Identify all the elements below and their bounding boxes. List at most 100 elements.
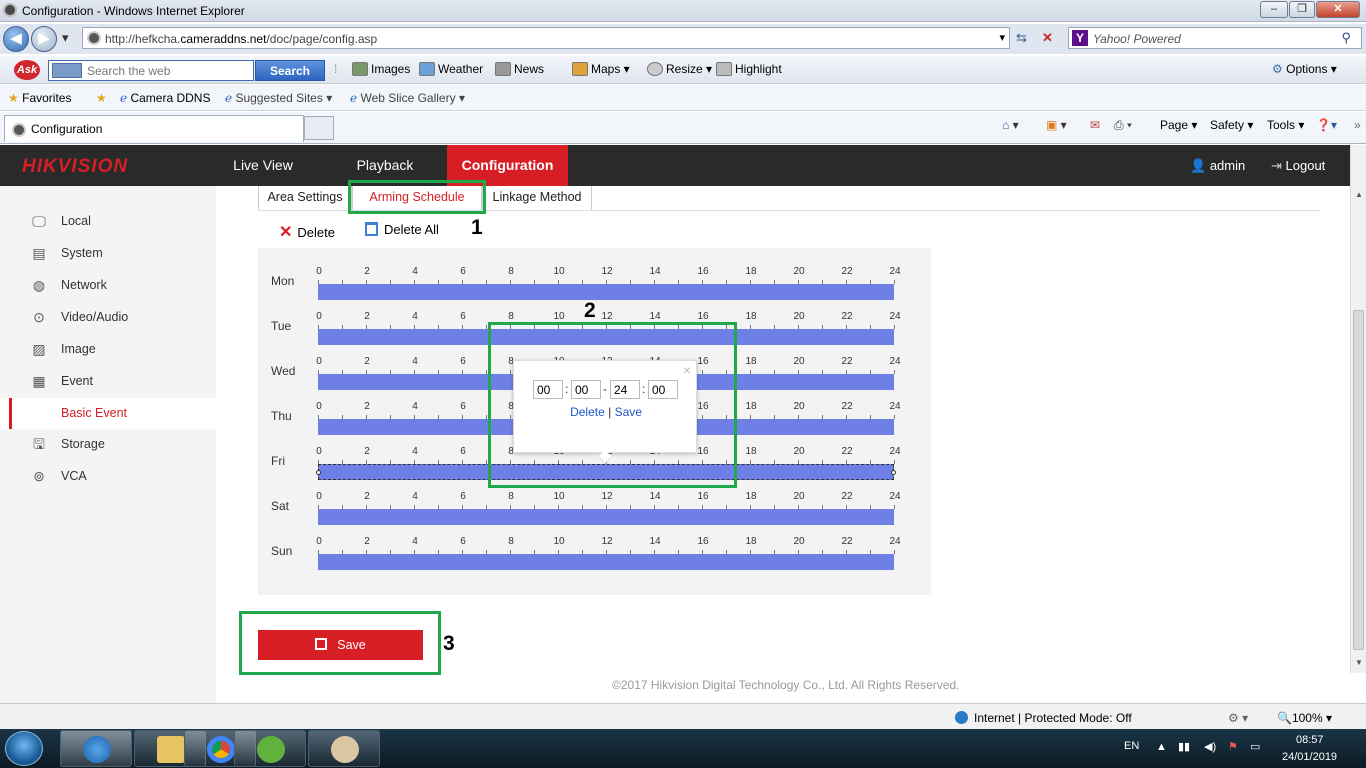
fav-suggested-sites[interactable]: ℯ Suggested Sites ▾	[225, 91, 332, 105]
weather-icon	[419, 62, 435, 76]
page-menu[interactable]: Page ▾	[1160, 118, 1197, 132]
zone-status[interactable]: Internet | Protected Mode: Off	[955, 711, 1132, 725]
highlight-icon	[716, 62, 732, 76]
sidebar-item-video-audio[interactable]: ⊙ Video/Audio	[0, 302, 216, 333]
hour-tick-label: 24	[889, 266, 901, 277]
maps-button[interactable]: Maps ▾	[572, 62, 630, 76]
search-engine-icon[interactable]	[52, 63, 82, 78]
hour-tick-label: 20	[793, 311, 805, 322]
maps-icon	[572, 62, 588, 76]
refresh-icon[interactable]: ⇆	[1016, 30, 1027, 46]
hour-tick-label: 0	[316, 401, 322, 412]
tab-area-settings[interactable]: Area Settings	[258, 186, 352, 211]
window-title: Configuration - Windows Internet Explore…	[22, 4, 245, 18]
taskbar-ie[interactable]	[60, 730, 132, 767]
clock-time[interactable]: 08:57	[1296, 734, 1324, 746]
fav-camera-ddns[interactable]: ℯ Camera DDNS	[120, 91, 210, 105]
trash-icon	[365, 222, 378, 236]
yahoo-search-box[interactable]: Y Yahoo! Powered ⚲	[1068, 27, 1362, 49]
url-field[interactable]: http://hefkcha.cameraddns.net/doc/page/c…	[82, 27, 1010, 49]
logout-button[interactable]: ⇥ Logout	[1271, 158, 1325, 174]
sidebar-item-image[interactable]: ▨ Image	[0, 334, 216, 365]
user-menu[interactable]: 👤 admin	[1190, 158, 1245, 174]
language-indicator[interactable]: EN	[1124, 740, 1139, 752]
scroll-up-icon[interactable]: ▲	[1355, 190, 1363, 199]
nav-live-view[interactable]: Live View	[213, 145, 313, 186]
help-icon[interactable]: ❓▾	[1316, 118, 1337, 132]
hour-tick-label: 18	[745, 446, 757, 457]
resize-button[interactable]: Resize ▾	[647, 62, 712, 76]
new-tab-button[interactable]	[304, 116, 334, 140]
safety-menu[interactable]: Safety ▾	[1210, 118, 1253, 132]
ask-search-button[interactable]: Search	[255, 60, 325, 81]
maximize-button[interactable]: ❐	[1289, 1, 1315, 18]
minimize-button[interactable]: –	[1260, 1, 1288, 18]
image-icon: ▨	[32, 341, 46, 357]
chevron-right-icon[interactable]: »	[1354, 118, 1361, 132]
images-button[interactable]: Images	[352, 62, 410, 76]
history-dropdown-icon[interactable]: ▾	[62, 30, 69, 46]
ie-icon: ℯ	[120, 91, 128, 105]
news-button[interactable]: News	[495, 62, 544, 76]
sidebar-item-basic-event[interactable]: Basic Event	[0, 398, 216, 429]
sidebar-item-system[interactable]: ▤ System	[0, 238, 216, 269]
search-icon[interactable]: ⚲	[1341, 30, 1351, 46]
schedule-segment-sun[interactable]	[318, 554, 894, 570]
sidebar-item-network[interactable]: ◍ Network	[0, 270, 216, 301]
hour-tick-label: 8	[508, 491, 514, 502]
yahoo-logo-icon: Y	[1072, 30, 1088, 46]
favorites-button[interactable]: ★ Favorites	[8, 91, 71, 105]
page-icon	[12, 123, 26, 137]
url-dropdown-icon[interactable]: ▾	[999, 31, 1005, 44]
volume-icon[interactable]: ◀)	[1204, 740, 1216, 753]
start-button[interactable]	[5, 731, 43, 766]
scroll-down-icon[interactable]: ▼	[1355, 658, 1363, 667]
flag-icon[interactable]: ⚑	[1228, 740, 1238, 753]
protected-mode-icon[interactable]: ⚙ ▾	[1228, 711, 1248, 725]
tab-configuration[interactable]: Configuration	[4, 115, 304, 142]
hour-tick-label: 14	[649, 266, 661, 277]
hour-tick-label: 4	[412, 356, 418, 367]
print-icon[interactable]: ⎙ ▾	[1114, 118, 1132, 133]
home-icon[interactable]: ⌂ ▾	[1002, 118, 1019, 132]
sidebar-item-local[interactable]: 🖵 Local	[0, 206, 216, 237]
clock-date[interactable]: 24/01/2019	[1282, 751, 1337, 763]
page-scrollbar[interactable]: ▲ ▼	[1350, 145, 1366, 673]
taskbar-paint[interactable]	[308, 730, 380, 767]
scroll-thumb[interactable]	[1353, 310, 1364, 650]
sidebar-item-vca[interactable]: ⊚ VCA	[0, 461, 216, 492]
stop-icon[interactable]: ✕	[1042, 30, 1053, 46]
options-button[interactable]: ⚙ Options ▾	[1272, 62, 1337, 76]
add-favorite-icon[interactable]: ★	[96, 91, 107, 105]
hour-tick-label: 14	[649, 536, 661, 547]
hour-tick-label: 16	[697, 536, 709, 547]
app-icon	[257, 736, 285, 763]
hour-tick-label: 24	[889, 536, 901, 547]
ask-search-input[interactable]: Search the web	[48, 60, 254, 81]
hour-tick-label: 4	[412, 401, 418, 412]
zoom-control[interactable]: 🔍100% ▾	[1277, 711, 1332, 725]
close-window-button[interactable]: ✕	[1316, 1, 1360, 18]
fav-web-slice-gallery[interactable]: ℯ Web Slice Gallery ▾	[350, 91, 465, 105]
mail-icon[interactable]: ✉	[1090, 118, 1100, 132]
back-button[interactable]: ◀	[3, 26, 29, 52]
delete-button[interactable]: ✕ Delete	[279, 222, 335, 242]
hikvision-header: HIKVISION Live View Playback Configurati…	[0, 145, 1350, 186]
hour-tick-label: 2	[364, 266, 370, 277]
weather-button[interactable]: Weather	[419, 62, 483, 76]
chrome-icon	[207, 736, 235, 763]
feeds-icon[interactable]: ▣ ▾	[1046, 118, 1067, 132]
tab-linkage-method[interactable]: Linkage Method	[482, 186, 592, 211]
sidebar-item-event[interactable]: ▦ Event	[0, 366, 216, 397]
sidebar-item-storage[interactable]: 🖫 Storage	[0, 429, 216, 460]
hour-tick-label: 16	[697, 491, 709, 502]
forward-button[interactable]: ▶	[31, 26, 57, 52]
hour-tick	[894, 460, 895, 464]
tray-expand-icon[interactable]: ▲	[1156, 741, 1167, 753]
tools-menu[interactable]: Tools ▾	[1267, 118, 1304, 132]
highlight-button[interactable]: Highlight	[716, 62, 782, 76]
delete-all-button[interactable]: Delete All	[365, 222, 439, 237]
network-icon[interactable]: ▮▮	[1178, 740, 1190, 753]
taskbar-app[interactable]	[234, 730, 306, 767]
power-icon[interactable]: ▭	[1250, 740, 1260, 753]
